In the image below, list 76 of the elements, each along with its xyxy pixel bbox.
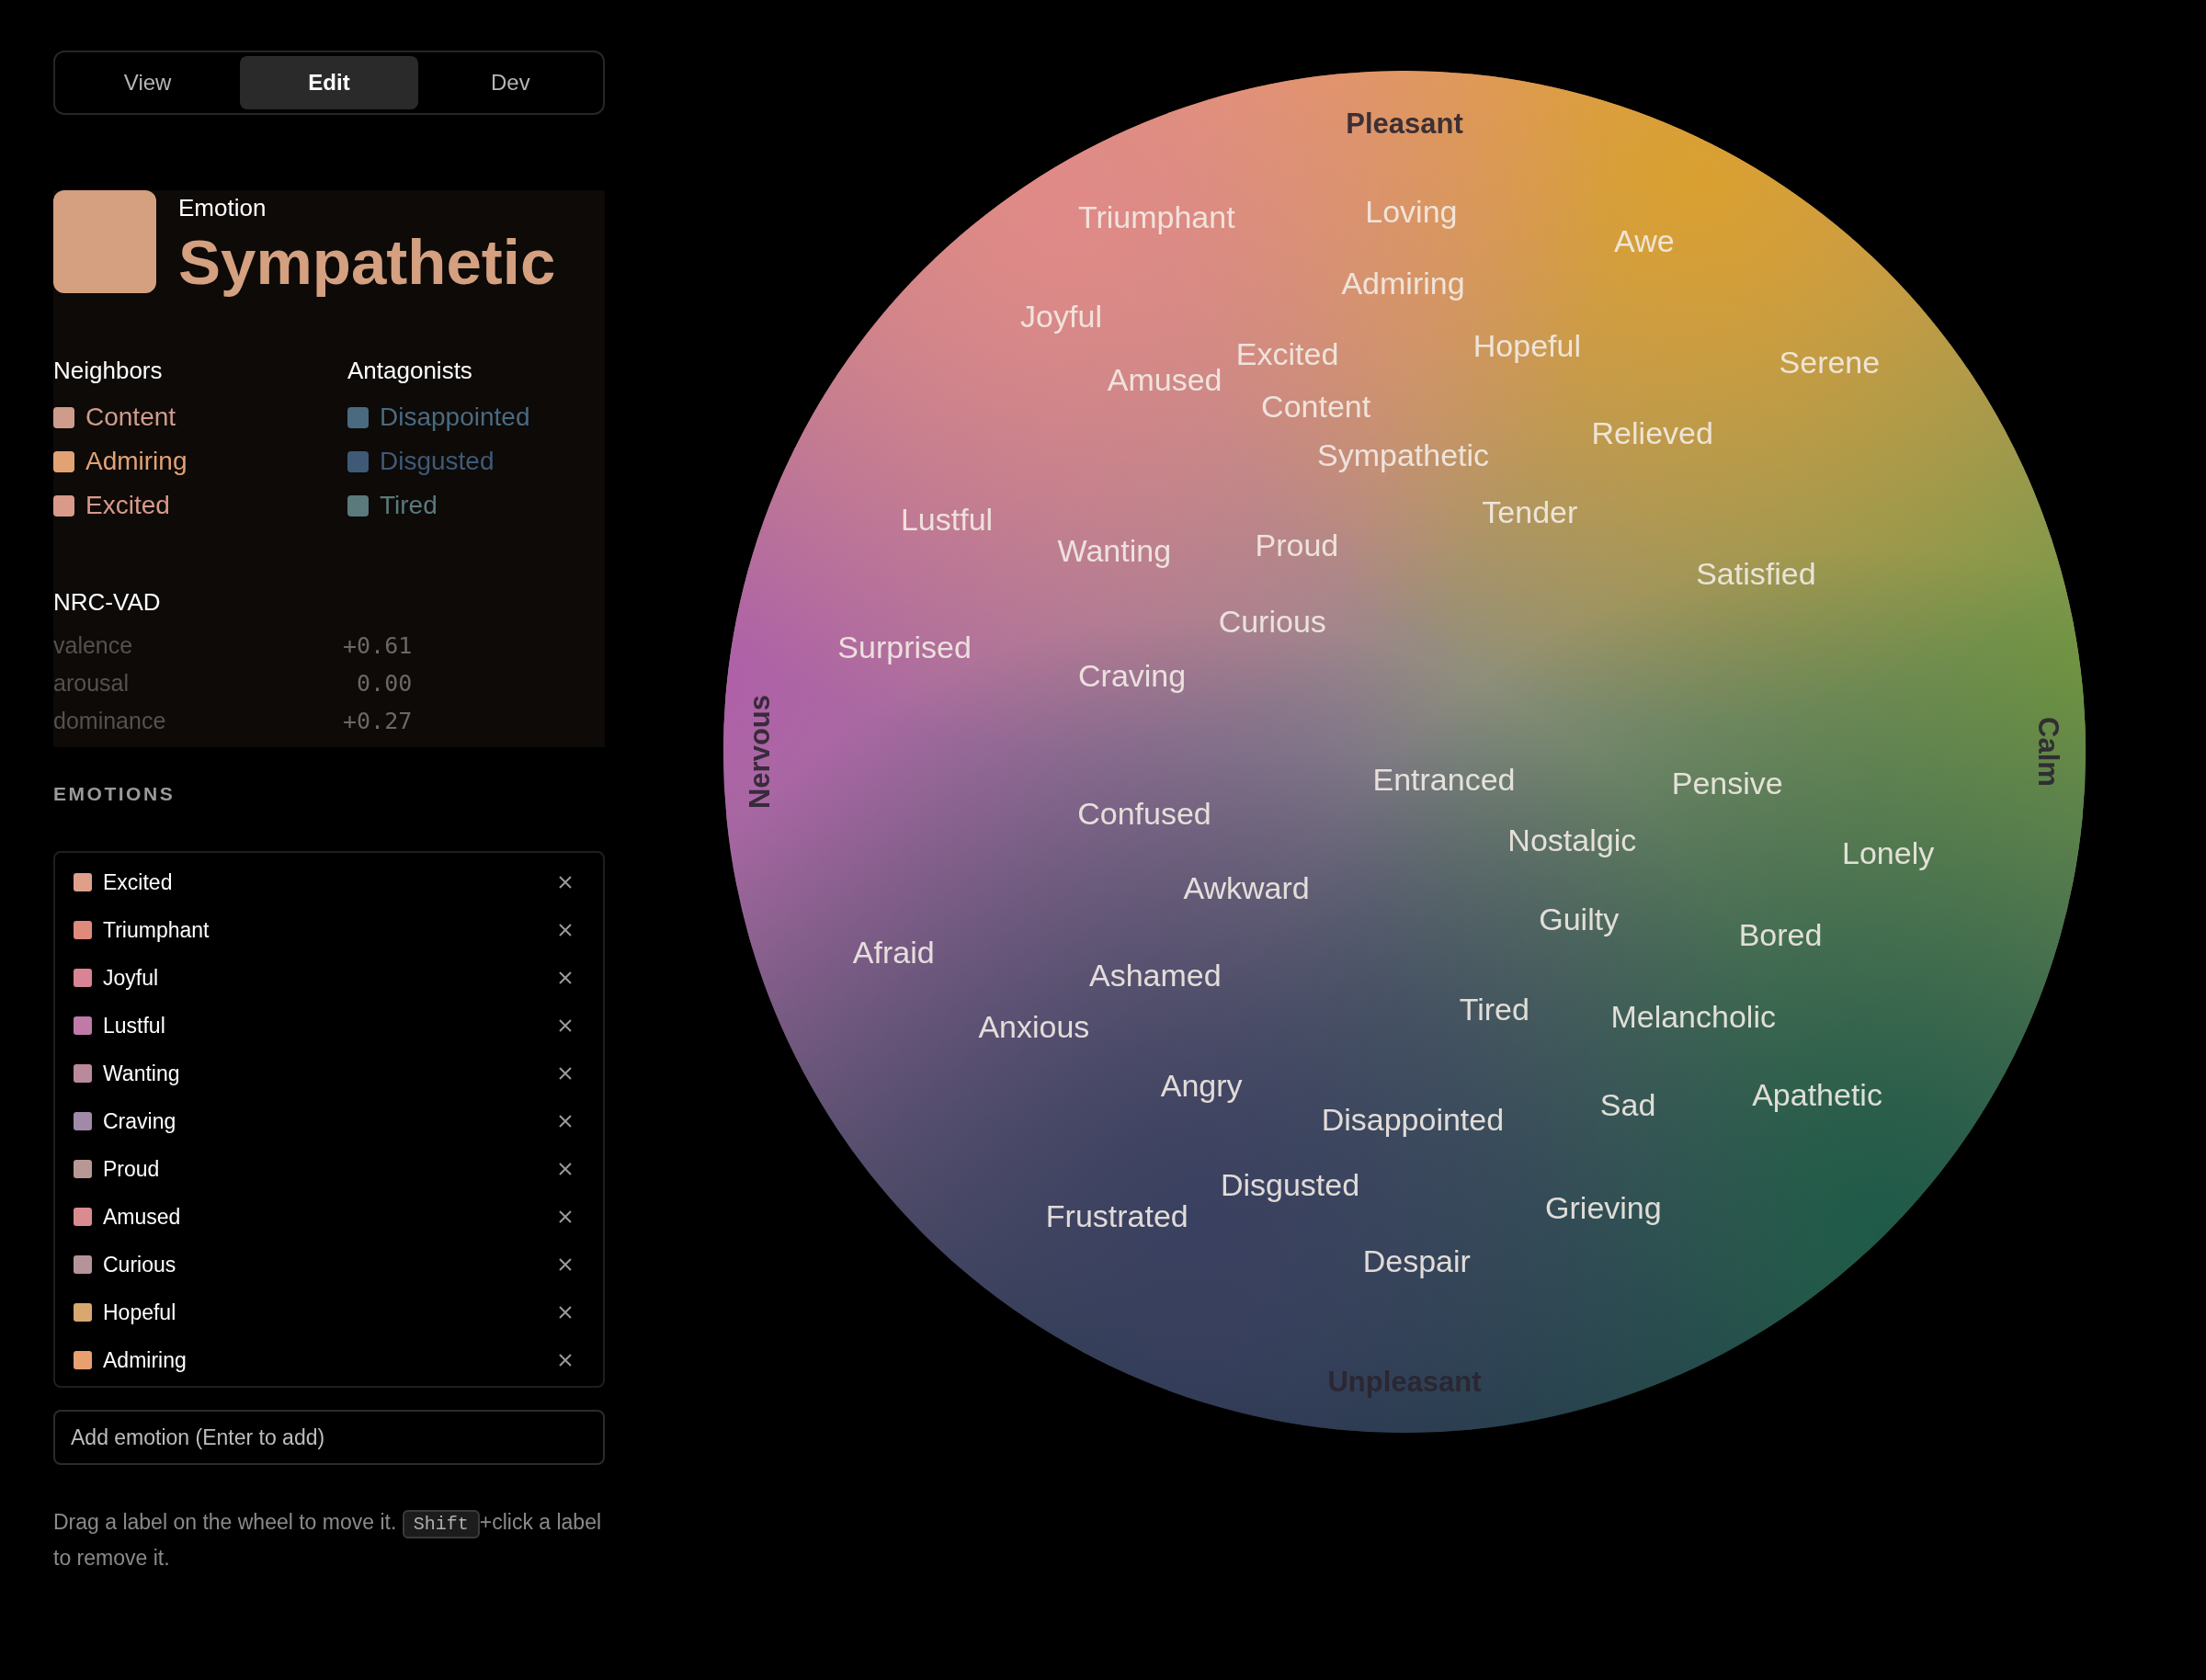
wheel-label[interactable]: Confused xyxy=(1077,789,1211,837)
close-icon[interactable] xyxy=(559,1210,572,1223)
wheel-label[interactable]: Craving xyxy=(1078,652,1187,699)
wheel-label[interactable]: Lustful xyxy=(900,495,994,543)
emotion-heading: Emotion xyxy=(178,196,267,220)
group-heading: Antagonists xyxy=(347,358,473,382)
axis-label: Pleasant xyxy=(1346,106,1463,142)
wheel-label[interactable]: Angry xyxy=(1160,1061,1243,1109)
close-icon[interactable] xyxy=(559,971,572,984)
emotion-item[interactable]: Lustful xyxy=(103,1009,559,1042)
wheel-label[interactable]: Disappointed xyxy=(1321,1095,1505,1143)
metric-value: 0.00 xyxy=(356,668,414,698)
wheel-label[interactable]: Lonely xyxy=(1842,829,1935,877)
emotion-item[interactable]: Excited xyxy=(103,866,559,899)
wheel-label[interactable]: Afraid xyxy=(852,928,935,976)
close-icon[interactable] xyxy=(559,1258,572,1271)
close-icon[interactable] xyxy=(559,1019,572,1032)
wheel-label[interactable]: Bored xyxy=(1738,911,1823,959)
emotion-item[interactable]: Curious xyxy=(103,1248,559,1281)
wheel-label[interactable]: Pensive xyxy=(1671,759,1783,807)
axis-label: Nervous xyxy=(742,695,777,809)
wheel-label[interactable]: Ashamed xyxy=(1088,951,1222,999)
emotion-item[interactable]: Triumphant xyxy=(103,914,559,947)
wheel-label[interactable]: Sad xyxy=(1599,1081,1656,1129)
emotion-item[interactable]: Proud xyxy=(103,1152,559,1186)
mode-tab[interactable]: Dev xyxy=(421,56,599,109)
metric-label: arousal xyxy=(53,668,130,698)
add-emotion-field[interactable]: Add emotion (Enter to add) xyxy=(53,1410,605,1465)
section-heading: NRC-VAD xyxy=(53,590,162,614)
metric-value: +0.27 xyxy=(343,706,414,736)
wheel-label[interactable]: Wanting xyxy=(1057,527,1172,574)
wheel-label[interactable]: Apathetic xyxy=(1752,1071,1882,1118)
hint-text: Drag a label on the wheel to move it. Shift +click a label to remove it. xyxy=(53,1509,603,1572)
mode-tab[interactable]: Edit xyxy=(240,56,418,109)
group-heading: Neighbors xyxy=(53,358,164,382)
wheel-label[interactable]: Proud xyxy=(1255,521,1339,569)
close-icon[interactable] xyxy=(559,1067,572,1080)
wheel-label[interactable]: Tired xyxy=(1459,985,1529,1033)
emotion-item[interactable]: Amused xyxy=(103,1200,559,1233)
emotion-item[interactable]: Joyful xyxy=(103,961,559,994)
wheel-label[interactable]: Satisfied xyxy=(1696,550,1816,597)
wheel-label[interactable]: Curious xyxy=(1218,597,1326,645)
close-icon[interactable] xyxy=(559,1163,572,1175)
emotion-link[interactable]: Admiring xyxy=(85,442,188,481)
emotion-item[interactable]: Craving xyxy=(103,1105,559,1138)
emotion-link[interactable]: Disappointed xyxy=(380,398,530,437)
emotion-link[interactable]: Tired xyxy=(380,486,438,525)
wheel-label[interactable]: Disgusted xyxy=(1220,1161,1360,1209)
wheel-label[interactable]: Entranced xyxy=(1372,755,1516,803)
emotion-item[interactable]: Admiring xyxy=(103,1344,559,1377)
axis-label: Calm xyxy=(2030,717,2065,787)
mode-tab[interactable]: View xyxy=(59,56,237,109)
wheel-label[interactable]: Frustrated xyxy=(1045,1192,1188,1240)
metric-label: valence xyxy=(53,630,134,660)
close-icon[interactable] xyxy=(559,924,572,936)
emotion-item[interactable]: Hopeful xyxy=(103,1296,559,1329)
wheel-label[interactable]: Nostalgic xyxy=(1507,816,1637,864)
wheel-label[interactable]: Surprised xyxy=(837,623,972,671)
section-heading: EMOTIONS xyxy=(53,784,176,803)
shift-key: Shift xyxy=(402,1510,480,1538)
close-icon[interactable] xyxy=(559,1354,572,1367)
emotion-link[interactable]: Excited xyxy=(85,486,170,525)
wheel-label[interactable]: Melancholic xyxy=(1610,993,1776,1039)
close-icon[interactable] xyxy=(559,1306,572,1319)
emotion-item[interactable]: Wanting xyxy=(103,1057,559,1090)
wheel-label[interactable]: Grieving xyxy=(1545,1184,1662,1232)
wheel-label[interactable]: Awkward xyxy=(1183,864,1310,912)
wheel-label[interactable]: Despair xyxy=(1362,1237,1471,1285)
emotion-link[interactable]: Content xyxy=(85,398,176,437)
wheel-label[interactable]: Guilty xyxy=(1539,895,1620,943)
close-icon[interactable] xyxy=(559,876,572,889)
wheel-label[interactable]: Anxious xyxy=(978,1003,1090,1050)
close-icon[interactable] xyxy=(559,1115,572,1128)
metric-value: +0.61 xyxy=(343,630,414,661)
metric-label: dominance xyxy=(53,706,167,735)
emotion-link[interactable]: Disgusted xyxy=(380,442,495,481)
